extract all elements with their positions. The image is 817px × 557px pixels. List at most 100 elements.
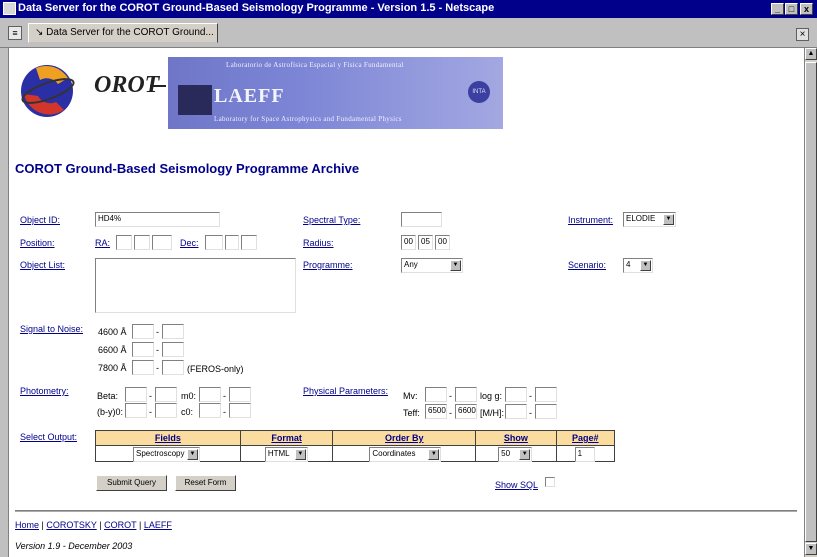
snr-6600-min-input[interactable] — [132, 342, 154, 357]
scenario-select[interactable]: 4 ▼ — [623, 258, 653, 273]
chevron-down-icon: ▼ — [640, 260, 651, 271]
dec-s-input[interactable] — [241, 235, 257, 250]
snr-7800-min-input[interactable] — [132, 360, 154, 375]
radius-m-input[interactable]: 05 — [418, 235, 433, 250]
spectral-type-input[interactable] — [401, 212, 442, 227]
tab-data-server[interactable]: ↘ Data Server for the COROT Ground... — [28, 23, 218, 43]
ra-h-input[interactable] — [116, 235, 132, 250]
range-dash: - — [449, 391, 452, 401]
c0-min-input[interactable] — [199, 403, 221, 418]
mv-min-input[interactable] — [425, 387, 447, 402]
range-dash: - — [529, 408, 532, 418]
programme-value: Any — [404, 260, 418, 269]
close-window-button[interactable]: x — [800, 3, 813, 15]
object-id-input[interactable]: HD4% — [95, 212, 220, 227]
photometry-link[interactable]: Photometry: — [20, 386, 69, 396]
snr-4600-max-input[interactable] — [162, 324, 184, 339]
order-by-select[interactable]: Coordinates ▼ — [369, 447, 442, 462]
feros-only-note: (FEROS-only) — [187, 364, 244, 374]
scenario-link[interactable]: Scenario: — [568, 260, 606, 270]
mh-min-input[interactable] — [505, 404, 527, 419]
object-list-textarea[interactable] — [95, 258, 296, 313]
format-cell: HTML ▼ — [239, 445, 334, 462]
c0-label: c0: — [181, 407, 194, 417]
object-id-link[interactable]: Object ID: — [20, 215, 60, 225]
c0-max-input[interactable] — [229, 403, 251, 418]
window-title: Data Server for the COROT Ground-Based S… — [18, 2, 495, 14]
spectral-type-link[interactable]: Spectral Type: — [303, 215, 360, 225]
home-link[interactable]: Home — [15, 520, 39, 530]
by0-min-input[interactable] — [125, 403, 147, 418]
position-link[interactable]: Position: — [20, 238, 55, 248]
snr-6600-max-input[interactable] — [162, 342, 184, 357]
teff-max-input[interactable]: 6600 — [455, 404, 477, 419]
mv-max-input[interactable] — [455, 387, 477, 402]
radius-s-input[interactable]: 00 — [435, 235, 450, 250]
beta-min-input[interactable] — [125, 387, 147, 402]
instrument-link[interactable]: Instrument: — [568, 215, 613, 225]
teff-label: Teff: — [403, 408, 420, 418]
by0-max-input[interactable] — [155, 403, 177, 418]
minimize-button[interactable]: _ — [771, 3, 784, 15]
page-number-input[interactable]: 1 — [574, 447, 595, 462]
banner-top-text: Laboratorio de Astrofísica Espacial y Fí… — [226, 61, 404, 69]
maximize-button[interactable]: □ — [785, 3, 798, 15]
object-list-link[interactable]: Object List: — [20, 260, 65, 270]
fields-header[interactable]: Fields — [95, 430, 241, 446]
mh-label: [M/H]: — [480, 408, 504, 418]
page-number-header[interactable]: Page# — [555, 430, 616, 446]
laeff-link[interactable]: LAEFF — [144, 520, 172, 530]
corotsky-link[interactable]: COROTSKY — [46, 520, 96, 530]
snr-4600-min-input[interactable] — [132, 324, 154, 339]
scroll-thumb[interactable] — [805, 62, 817, 542]
mv-label: Mv: — [403, 391, 418, 401]
page-icon[interactable]: ≡ — [8, 26, 22, 40]
scenario-value: 4 — [626, 260, 631, 269]
show-cell: 50 ▼ — [475, 445, 557, 462]
logo-underline — [150, 85, 166, 87]
submit-query-button[interactable]: Submit Query — [96, 475, 167, 491]
show-select[interactable]: 50 ▼ — [498, 447, 533, 462]
programme-select[interactable]: Any ▼ — [401, 258, 463, 273]
teff-min-input[interactable]: 6500 — [425, 404, 447, 419]
order-by-header[interactable]: Order By — [332, 430, 477, 446]
link-separator: | — [138, 520, 142, 530]
dec-d-input[interactable] — [205, 235, 223, 250]
fields-select[interactable]: Spectroscopy ▼ — [133, 447, 200, 462]
ra-m-input[interactable] — [134, 235, 150, 250]
format-value: HTML — [267, 449, 290, 458]
logg-label: log g: — [480, 391, 503, 401]
corot-link[interactable]: COROT — [104, 520, 136, 530]
format-select[interactable]: HTML ▼ — [264, 447, 308, 462]
logg-min-input[interactable] — [505, 387, 527, 402]
dec-link[interactable]: Dec: — [180, 238, 199, 248]
dec-m-input[interactable] — [225, 235, 239, 250]
radius-h-input[interactable]: 00 — [401, 235, 416, 250]
reset-form-button[interactable]: Reset Form — [175, 475, 236, 491]
select-output-link[interactable]: Select Output: — [20, 432, 77, 442]
programme-link[interactable]: Programme: — [303, 260, 353, 270]
scroll-up-icon[interactable]: ▲ — [805, 48, 817, 60]
show-sql-link[interactable]: Show SQL — [495, 480, 538, 490]
show-sql-checkbox[interactable] — [545, 477, 555, 487]
snr-7800-max-input[interactable] — [162, 360, 184, 375]
show-value: 50 — [501, 449, 511, 458]
m0-max-input[interactable] — [229, 387, 251, 402]
instrument-select[interactable]: ELODIE ▼ — [623, 212, 676, 227]
m0-min-input[interactable] — [199, 387, 221, 402]
close-tab-button[interactable]: × — [796, 28, 809, 41]
vertical-scrollbar[interactable]: ▲ ▼ — [804, 48, 817, 557]
ra-link[interactable]: RA: — [95, 238, 110, 248]
beta-max-input[interactable] — [155, 387, 177, 402]
signal-to-noise-link[interactable]: Signal to Noise: — [20, 324, 83, 334]
mh-max-input[interactable] — [535, 404, 557, 419]
physical-parameters-link[interactable]: Physical Parameters: — [303, 386, 388, 396]
logg-max-input[interactable] — [535, 387, 557, 402]
ra-s-input[interactable] — [152, 235, 172, 250]
scroll-down-icon[interactable]: ▼ — [805, 543, 817, 555]
chevron-down-icon: ▼ — [519, 449, 531, 460]
show-header[interactable]: Show — [475, 430, 557, 446]
range-dash: - — [156, 363, 159, 373]
radius-link[interactable]: Radius: — [303, 238, 334, 248]
format-header[interactable]: Format — [239, 430, 334, 446]
